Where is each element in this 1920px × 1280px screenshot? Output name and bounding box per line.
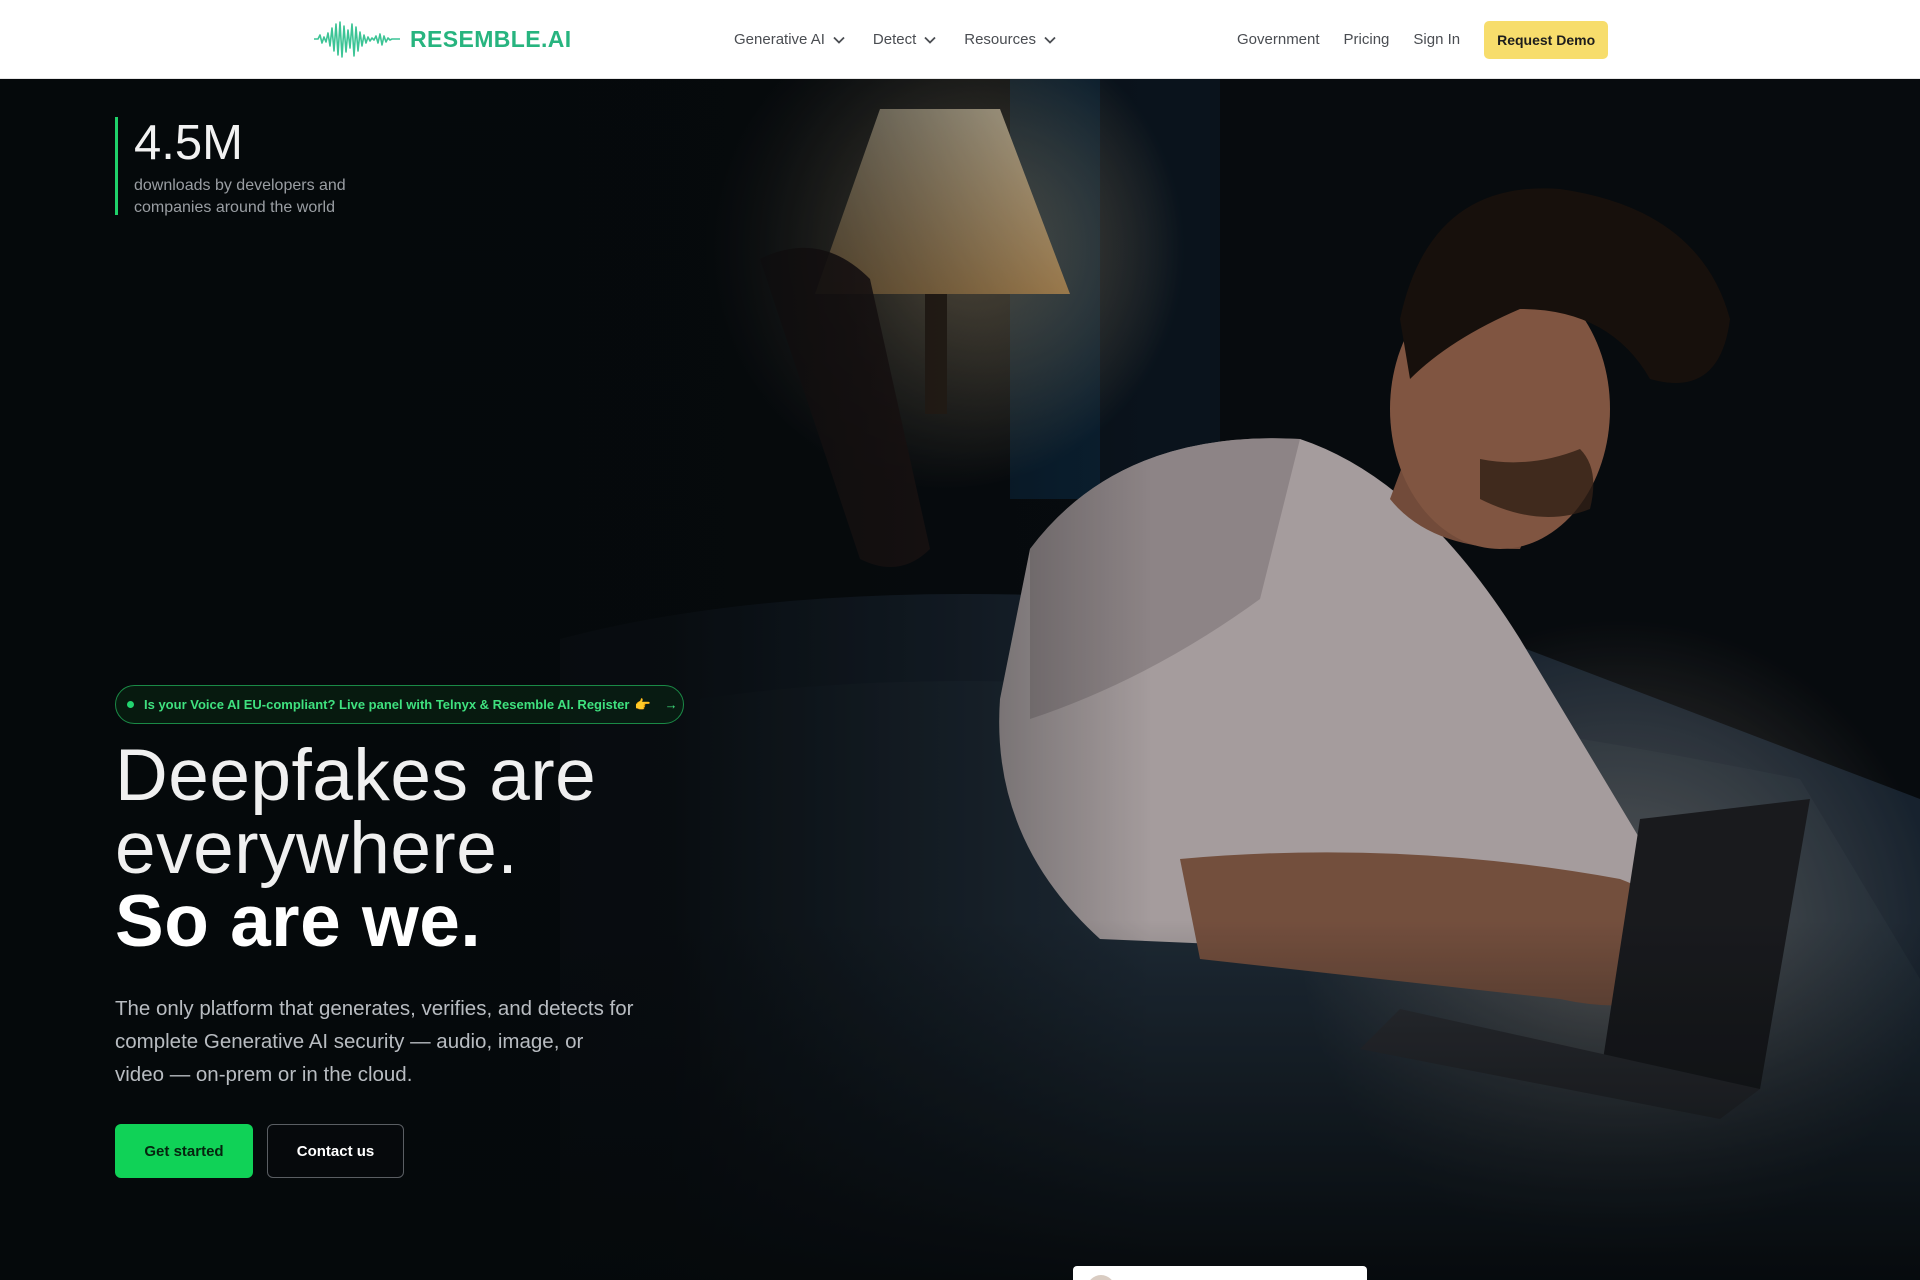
banner-text: Is your Voice AI EU-compliant? Live pane… [144, 697, 630, 712]
preview-card [1073, 1266, 1367, 1280]
status-dot-icon [127, 701, 134, 708]
nav-resources[interactable]: Resources [964, 31, 1057, 48]
secondary-menu: Government Pricing Sign In Request Demo [1237, 0, 1609, 79]
man-using-laptop-in-bed-photo [0, 79, 1920, 1280]
nav-detect[interactable]: Detect [873, 31, 937, 48]
avatar [1087, 1275, 1115, 1280]
headline-line-1: Deepfakes are [115, 735, 597, 816]
hero-section: 4.5M downloads by developers and compani… [0, 79, 1920, 1280]
nav-generative-ai-label: Generative AI [734, 31, 825, 48]
nav-sign-in[interactable]: Sign In [1413, 31, 1460, 48]
headline-line-3: So are we. [115, 881, 482, 962]
arrow-right-icon: → [664, 697, 678, 712]
nav-government[interactable]: Government [1237, 31, 1320, 48]
primary-menu: Generative AI Detect Resources [734, 0, 1084, 79]
get-started-button[interactable]: Get started [115, 1124, 253, 1178]
hero-subtext: The only platform that generates, verifi… [115, 997, 634, 1086]
chevron-down-icon [924, 36, 936, 44]
pointing-hand-icon: 👉 [634, 696, 651, 712]
request-demo-button[interactable]: Request Demo [1484, 20, 1609, 59]
brand-name: RESEMBLE.AI [410, 25, 572, 52]
chevron-down-icon [1044, 36, 1056, 44]
nav-detect-label: Detect [872, 31, 917, 48]
waveform-icon [314, 21, 400, 58]
nav-resources-label: Resources [964, 31, 1036, 48]
nav-generative-ai[interactable]: Generative AI [734, 31, 846, 48]
chevron-down-icon [833, 36, 845, 44]
stat-value: 4.5M [134, 116, 243, 170]
stat-description: downloads by developers and companies ar… [134, 177, 346, 216]
headline-line-2: everywhere. [115, 808, 519, 889]
brand-logo[interactable]: RESEMBLE.AI [314, 18, 572, 60]
downloads-stat: 4.5M downloads by developers and compani… [115, 116, 374, 216]
contact-us-button[interactable]: Contact us [267, 1124, 404, 1178]
hero-headline: Deepfakes are everywhere. So are we. [115, 739, 596, 958]
nav-pricing[interactable]: Pricing [1344, 31, 1390, 48]
top-navigation: RESEMBLE.AI Generative AI Detect Resourc… [0, 0, 1920, 79]
announcement-banner[interactable]: Is your Voice AI EU-compliant? Live pane… [115, 685, 684, 724]
